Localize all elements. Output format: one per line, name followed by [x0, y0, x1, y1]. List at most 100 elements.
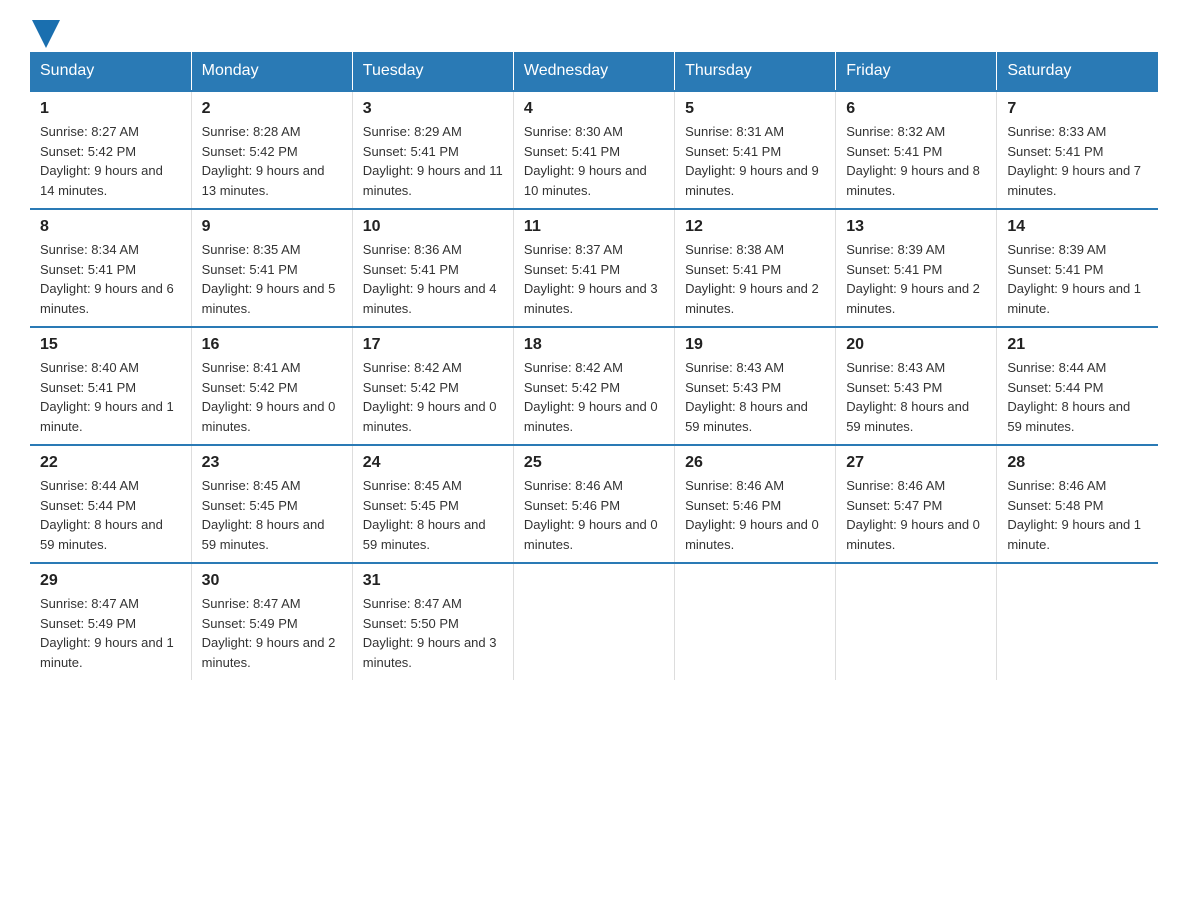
calendar-day-cell: 18 Sunrise: 8:42 AM Sunset: 5:42 PM Dayl…	[513, 327, 674, 445]
day-of-week-header: Saturday	[997, 52, 1158, 91]
day-number: 12	[685, 218, 825, 236]
calendar-day-cell: 21 Sunrise: 8:44 AM Sunset: 5:44 PM Dayl…	[997, 327, 1158, 445]
day-of-week-header: Thursday	[675, 52, 836, 91]
calendar-week-row: 29 Sunrise: 8:47 AM Sunset: 5:49 PM Dayl…	[30, 563, 1158, 680]
day-number: 3	[363, 100, 503, 118]
day-number: 2	[202, 100, 342, 118]
day-info: Sunrise: 8:30 AM Sunset: 5:41 PM Dayligh…	[524, 122, 664, 200]
calendar-day-cell: 2 Sunrise: 8:28 AM Sunset: 5:42 PM Dayli…	[191, 91, 352, 209]
day-info: Sunrise: 8:32 AM Sunset: 5:41 PM Dayligh…	[846, 122, 986, 200]
calendar-week-row: 15 Sunrise: 8:40 AM Sunset: 5:41 PM Dayl…	[30, 327, 1158, 445]
day-number: 13	[846, 218, 986, 236]
day-of-week-header: Tuesday	[352, 52, 513, 91]
calendar-day-cell: 16 Sunrise: 8:41 AM Sunset: 5:42 PM Dayl…	[191, 327, 352, 445]
day-number: 6	[846, 100, 986, 118]
calendar-day-cell: 10 Sunrise: 8:36 AM Sunset: 5:41 PM Dayl…	[352, 209, 513, 327]
day-number: 28	[1007, 454, 1148, 472]
calendar-day-cell: 12 Sunrise: 8:38 AM Sunset: 5:41 PM Dayl…	[675, 209, 836, 327]
day-info: Sunrise: 8:45 AM Sunset: 5:45 PM Dayligh…	[363, 476, 503, 554]
day-number: 21	[1007, 336, 1148, 354]
day-number: 26	[685, 454, 825, 472]
calendar-week-row: 8 Sunrise: 8:34 AM Sunset: 5:41 PM Dayli…	[30, 209, 1158, 327]
day-number: 17	[363, 336, 503, 354]
day-info: Sunrise: 8:31 AM Sunset: 5:41 PM Dayligh…	[685, 122, 825, 200]
calendar-body: 1 Sunrise: 8:27 AM Sunset: 5:42 PM Dayli…	[30, 91, 1158, 680]
day-number: 8	[40, 218, 181, 236]
day-info: Sunrise: 8:29 AM Sunset: 5:41 PM Dayligh…	[363, 122, 503, 200]
day-number: 24	[363, 454, 503, 472]
day-number: 9	[202, 218, 342, 236]
day-info: Sunrise: 8:41 AM Sunset: 5:42 PM Dayligh…	[202, 358, 342, 436]
calendar-day-cell: 1 Sunrise: 8:27 AM Sunset: 5:42 PM Dayli…	[30, 91, 191, 209]
logo	[30, 20, 60, 42]
day-info: Sunrise: 8:35 AM Sunset: 5:41 PM Dayligh…	[202, 240, 342, 318]
day-number: 25	[524, 454, 664, 472]
day-info: Sunrise: 8:38 AM Sunset: 5:41 PM Dayligh…	[685, 240, 825, 318]
day-info: Sunrise: 8:33 AM Sunset: 5:41 PM Dayligh…	[1007, 122, 1148, 200]
day-info: Sunrise: 8:44 AM Sunset: 5:44 PM Dayligh…	[40, 476, 181, 554]
calendar-day-cell: 9 Sunrise: 8:35 AM Sunset: 5:41 PM Dayli…	[191, 209, 352, 327]
day-number: 22	[40, 454, 181, 472]
calendar-day-cell: 17 Sunrise: 8:42 AM Sunset: 5:42 PM Dayl…	[352, 327, 513, 445]
day-number: 4	[524, 100, 664, 118]
calendar-day-cell: 14 Sunrise: 8:39 AM Sunset: 5:41 PM Dayl…	[997, 209, 1158, 327]
calendar-day-cell: 22 Sunrise: 8:44 AM Sunset: 5:44 PM Dayl…	[30, 445, 191, 563]
calendar-day-cell	[513, 563, 674, 680]
day-info: Sunrise: 8:37 AM Sunset: 5:41 PM Dayligh…	[524, 240, 664, 318]
calendar-day-cell	[675, 563, 836, 680]
logo-icon	[32, 20, 60, 48]
calendar-week-row: 1 Sunrise: 8:27 AM Sunset: 5:42 PM Dayli…	[30, 91, 1158, 209]
calendar-day-cell: 20 Sunrise: 8:43 AM Sunset: 5:43 PM Dayl…	[836, 327, 997, 445]
day-number: 16	[202, 336, 342, 354]
calendar-day-cell: 30 Sunrise: 8:47 AM Sunset: 5:49 PM Dayl…	[191, 563, 352, 680]
day-number: 20	[846, 336, 986, 354]
day-info: Sunrise: 8:46 AM Sunset: 5:46 PM Dayligh…	[685, 476, 825, 554]
calendar-day-cell: 25 Sunrise: 8:46 AM Sunset: 5:46 PM Dayl…	[513, 445, 674, 563]
day-number: 1	[40, 100, 181, 118]
calendar-day-cell: 23 Sunrise: 8:45 AM Sunset: 5:45 PM Dayl…	[191, 445, 352, 563]
day-info: Sunrise: 8:46 AM Sunset: 5:46 PM Dayligh…	[524, 476, 664, 554]
day-number: 5	[685, 100, 825, 118]
day-number: 30	[202, 572, 342, 590]
day-number: 7	[1007, 100, 1148, 118]
day-info: Sunrise: 8:27 AM Sunset: 5:42 PM Dayligh…	[40, 122, 181, 200]
calendar-day-cell	[997, 563, 1158, 680]
calendar-day-cell: 27 Sunrise: 8:46 AM Sunset: 5:47 PM Dayl…	[836, 445, 997, 563]
day-number: 11	[524, 218, 664, 236]
calendar-header: SundayMondayTuesdayWednesdayThursdayFrid…	[30, 52, 1158, 91]
day-number: 23	[202, 454, 342, 472]
calendar-day-cell: 15 Sunrise: 8:40 AM Sunset: 5:41 PM Dayl…	[30, 327, 191, 445]
day-info: Sunrise: 8:42 AM Sunset: 5:42 PM Dayligh…	[363, 358, 503, 436]
calendar-day-cell	[836, 563, 997, 680]
day-of-week-header: Wednesday	[513, 52, 674, 91]
day-info: Sunrise: 8:42 AM Sunset: 5:42 PM Dayligh…	[524, 358, 664, 436]
calendar-day-cell: 29 Sunrise: 8:47 AM Sunset: 5:49 PM Dayl…	[30, 563, 191, 680]
calendar-day-cell: 11 Sunrise: 8:37 AM Sunset: 5:41 PM Dayl…	[513, 209, 674, 327]
day-info: Sunrise: 8:46 AM Sunset: 5:48 PM Dayligh…	[1007, 476, 1148, 554]
calendar-day-cell: 3 Sunrise: 8:29 AM Sunset: 5:41 PM Dayli…	[352, 91, 513, 209]
day-info: Sunrise: 8:43 AM Sunset: 5:43 PM Dayligh…	[846, 358, 986, 436]
day-number: 15	[40, 336, 181, 354]
day-info: Sunrise: 8:28 AM Sunset: 5:42 PM Dayligh…	[202, 122, 342, 200]
day-info: Sunrise: 8:47 AM Sunset: 5:49 PM Dayligh…	[202, 594, 342, 672]
page-header	[30, 20, 1158, 42]
calendar-week-row: 22 Sunrise: 8:44 AM Sunset: 5:44 PM Dayl…	[30, 445, 1158, 563]
day-number: 10	[363, 218, 503, 236]
day-info: Sunrise: 8:40 AM Sunset: 5:41 PM Dayligh…	[40, 358, 181, 436]
day-info: Sunrise: 8:47 AM Sunset: 5:49 PM Dayligh…	[40, 594, 181, 672]
day-of-week-header: Friday	[836, 52, 997, 91]
day-info: Sunrise: 8:45 AM Sunset: 5:45 PM Dayligh…	[202, 476, 342, 554]
calendar-day-cell: 8 Sunrise: 8:34 AM Sunset: 5:41 PM Dayli…	[30, 209, 191, 327]
day-info: Sunrise: 8:44 AM Sunset: 5:44 PM Dayligh…	[1007, 358, 1148, 436]
calendar-table: SundayMondayTuesdayWednesdayThursdayFrid…	[30, 52, 1158, 680]
calendar-day-cell: 7 Sunrise: 8:33 AM Sunset: 5:41 PM Dayli…	[997, 91, 1158, 209]
calendar-day-cell: 6 Sunrise: 8:32 AM Sunset: 5:41 PM Dayli…	[836, 91, 997, 209]
day-number: 29	[40, 572, 181, 590]
day-number: 14	[1007, 218, 1148, 236]
calendar-day-cell: 31 Sunrise: 8:47 AM Sunset: 5:50 PM Dayl…	[352, 563, 513, 680]
calendar-day-cell: 13 Sunrise: 8:39 AM Sunset: 5:41 PM Dayl…	[836, 209, 997, 327]
calendar-day-cell: 4 Sunrise: 8:30 AM Sunset: 5:41 PM Dayli…	[513, 91, 674, 209]
day-of-week-header: Sunday	[30, 52, 191, 91]
day-of-week-header: Monday	[191, 52, 352, 91]
day-info: Sunrise: 8:39 AM Sunset: 5:41 PM Dayligh…	[846, 240, 986, 318]
